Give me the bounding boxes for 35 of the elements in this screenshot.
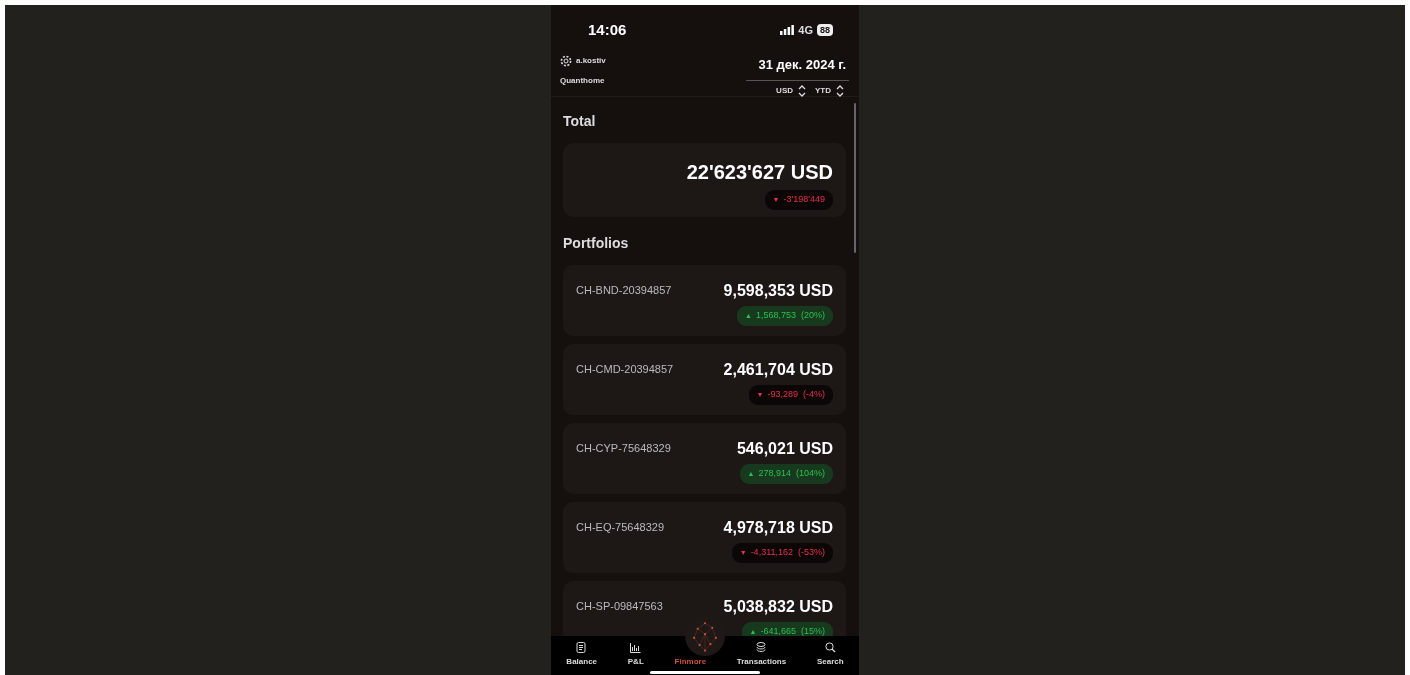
document-icon <box>576 642 588 653</box>
portfolio-value: 9,598,353 USD <box>723 281 833 301</box>
currency-selector[interactable]: USD <box>776 84 807 97</box>
chevron-icon <box>835 84 845 97</box>
total-value: 22'623'627 USD <box>686 160 833 185</box>
section-title: Total <box>563 112 597 131</box>
settings-button[interactable] <box>560 55 572 67</box>
portfolio-name: CH-EQ-75648329 <box>576 520 665 535</box>
portfolio-value: 2,461,704 USD <box>723 360 833 380</box>
tab-item[interactable]: Search <box>814 642 846 668</box>
tab-item[interactable]: P&L <box>625 642 646 668</box>
period-selector[interactable]: YTD <box>815 84 845 97</box>
portfolio-name: CH-CMD-20394857 <box>576 362 674 377</box>
user-name: a.kostiv <box>576 55 606 67</box>
signal-icon <box>780 25 795 35</box>
portfolio-value: 4,978,718 USD <box>723 518 833 538</box>
portfolio-name: CH-CYP-75648329 <box>576 441 671 456</box>
stack-icon <box>756 642 767 653</box>
portfolio-value: 546,021 USD <box>736 439 833 459</box>
settings-icon <box>560 55 572 67</box>
tab-item[interactable]: Transactions <box>734 642 789 668</box>
portfolio-name: CH-BND-20394857 <box>576 283 672 298</box>
battery-level: 88 <box>817 24 833 36</box>
search-icon <box>824 642 836 653</box>
portfolio-name: CH-SP-09847563 <box>576 599 663 614</box>
portfolio-value: 5,038,832 USD <box>723 597 833 617</box>
tab-item[interactable]: Balance <box>564 642 600 668</box>
chevron-icon <box>797 84 807 97</box>
section-title: Portfolios <box>563 234 630 253</box>
company-name: Quanthome <box>560 75 606 87</box>
tab-item[interactable]: Finmore <box>672 656 709 668</box>
date-label: 31 дек. 2024 г. <box>746 55 849 81</box>
bar-chart-icon <box>630 642 642 653</box>
network-label: 4G <box>798 22 813 38</box>
clock-time: 14:06 <box>588 19 627 40</box>
